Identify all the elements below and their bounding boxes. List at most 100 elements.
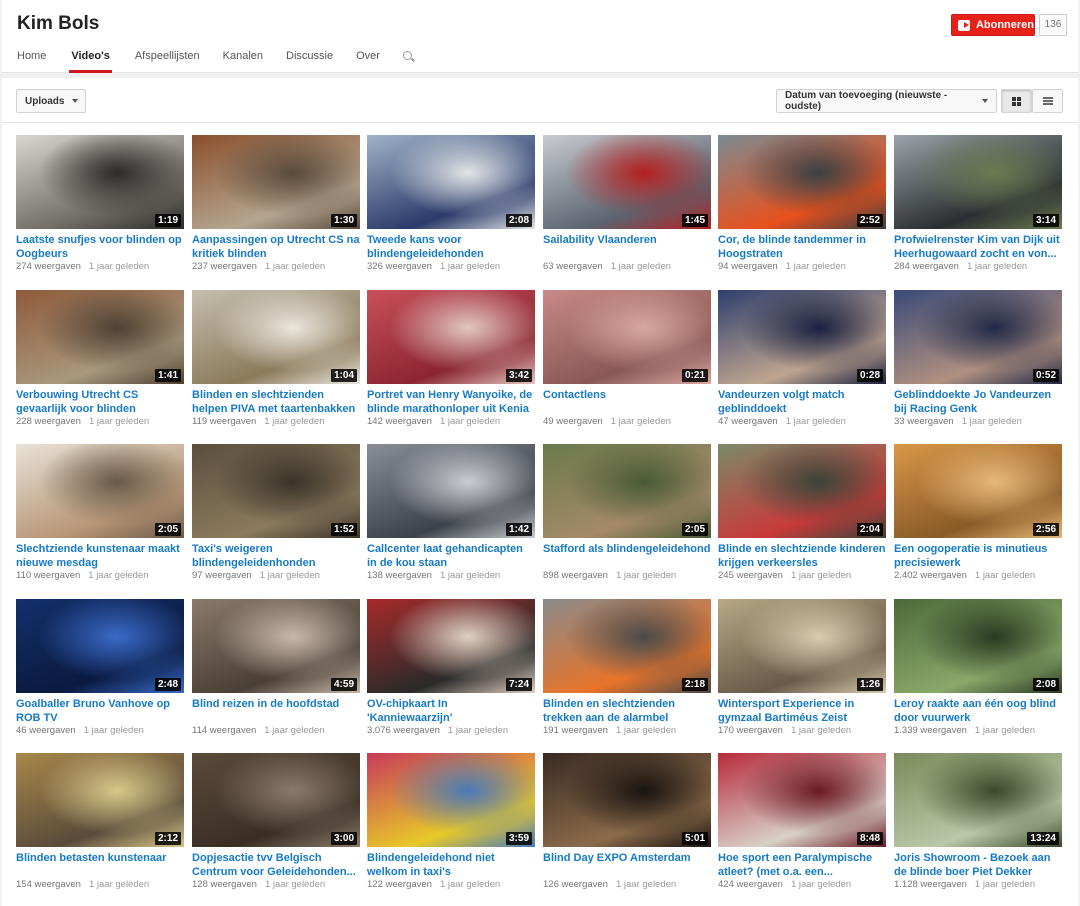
video-item[interactable]: 1:41 Verbouwing Utrecht CS gevaarlijk voo… bbox=[16, 290, 184, 440]
video-item[interactable]: 2:18 Blinden en slechtzienden trekken aan… bbox=[543, 599, 711, 749]
video-thumbnail[interactable]: 2:05 bbox=[543, 444, 711, 538]
video-title-link[interactable]: Leroy raakte aan één oog blind door vuur… bbox=[894, 697, 1062, 725]
video-thumbnail[interactable]: 0:21 bbox=[543, 290, 711, 384]
video-thumbnail[interactable]: 3:00 bbox=[192, 753, 360, 847]
video-item[interactable]: 2:04 Blinde en slechtziende kinderen krij… bbox=[718, 444, 886, 594]
video-thumbnail[interactable]: 2:05 bbox=[16, 444, 184, 538]
video-title-link[interactable]: Geblinddoekte Jo Vandeurzen bij Racing G… bbox=[894, 388, 1062, 416]
video-thumbnail[interactable]: 2:04 bbox=[718, 444, 886, 538]
video-thumbnail[interactable]: 1:04 bbox=[192, 290, 360, 384]
channel-title[interactable]: Kim Bols bbox=[17, 13, 99, 35]
video-item[interactable]: 1:42 Callcenter laat gehandicapten in de … bbox=[367, 444, 535, 594]
video-title-link[interactable]: Stafford als blindengeleidehond bbox=[543, 542, 711, 556]
video-item[interactable]: 2:12 Blinden betasten kunstenaar 154 weerg… bbox=[16, 753, 184, 903]
video-item[interactable]: 13:24 Joris Showroom - Bezoek aan de blin… bbox=[894, 753, 1062, 903]
video-title-link[interactable]: Dopjesactie tvv Belgisch Centrum voor Ge… bbox=[192, 851, 360, 879]
video-title-link[interactable]: Portret van Henry Wanyoike, de blinde ma… bbox=[367, 388, 535, 416]
video-title-link[interactable]: Blinde en slechtziende kinderen krijgen … bbox=[718, 542, 886, 570]
video-thumbnail[interactable]: 2:52 bbox=[718, 135, 886, 229]
video-item[interactable]: 3:14 Profwielrenster Kim van Dijk uit Hee… bbox=[894, 135, 1062, 285]
video-title-link[interactable]: Blindengeleidehond niet welkom in taxi's bbox=[367, 851, 535, 879]
video-thumbnail[interactable]: 5:01 bbox=[543, 753, 711, 847]
video-title-link[interactable]: Laatste snufjes voor blinden op Oogbeurs bbox=[16, 233, 184, 261]
tab-home[interactable]: Home bbox=[17, 44, 46, 73]
video-item[interactable]: 0:52 Geblinddoekte Jo Vandeurzen bij Raci… bbox=[894, 290, 1062, 440]
video-title-link[interactable]: Aanpassingen op Utrecht CS na kritiek bl… bbox=[192, 233, 360, 261]
video-title-link[interactable]: Verbouwing Utrecht CS gevaarlijk voor bl… bbox=[16, 388, 184, 416]
video-title-link[interactable]: Blind reizen in de hoofdstad bbox=[192, 697, 360, 711]
video-title-link[interactable]: Blinden betasten kunstenaar bbox=[16, 851, 184, 865]
video-item[interactable]: 0:21 Contactlens 49 weergaven 1 jaar gelede… bbox=[543, 290, 711, 440]
video-item[interactable]: 2:08 Leroy raakte aan één oog blind door … bbox=[894, 599, 1062, 749]
video-thumbnail[interactable]: 2:12 bbox=[16, 753, 184, 847]
video-item[interactable]: 3:00 Dopjesactie tvv Belgisch Centrum voo… bbox=[192, 753, 360, 903]
video-title-link[interactable]: Tweede kans voor blindengeleidehonden bbox=[367, 233, 535, 261]
video-thumbnail[interactable]: 13:24 bbox=[894, 753, 1062, 847]
video-title-link[interactable]: Callcenter laat gehandicapten in de kou … bbox=[367, 542, 535, 570]
video-thumbnail[interactable]: 3:42 bbox=[367, 290, 535, 384]
video-title-link[interactable]: Sailability Vlaanderen bbox=[543, 233, 711, 247]
video-item[interactable]: 2:52 Cor, de blinde tandemmer in Hoogstra… bbox=[718, 135, 886, 285]
sort-dropdown[interactable]: Datum van toevoeging (nieuwste - oudste) bbox=[776, 89, 997, 113]
video-item[interactable]: 7:24 OV-chipkaart In 'Kanniewaarzijn' 3.07… bbox=[367, 599, 535, 749]
video-thumbnail[interactable]: 1:26 bbox=[718, 599, 886, 693]
video-title-link[interactable]: Hoe sport een Paralympische atleet? (met… bbox=[718, 851, 886, 879]
video-title-link[interactable]: Een oogoperatie is minutieus precisiewer… bbox=[894, 542, 1062, 570]
video-item[interactable]: 8:48 Hoe sport een Paralympische atleet? … bbox=[718, 753, 886, 903]
video-item[interactable]: 1:30 Aanpassingen op Utrecht CS na kritie… bbox=[192, 135, 360, 285]
tab-discussion[interactable]: Discussie bbox=[286, 44, 333, 73]
video-thumbnail[interactable]: 7:24 bbox=[367, 599, 535, 693]
video-thumbnail[interactable]: 1:30 bbox=[192, 135, 360, 229]
video-thumbnail[interactable]: 0:28 bbox=[718, 290, 886, 384]
video-item[interactable]: 2:05 Stafford als blindengeleidehond 898 w… bbox=[543, 444, 711, 594]
video-item[interactable]: 3:42 Portret van Henry Wanyoike, de blind… bbox=[367, 290, 535, 440]
video-item[interactable]: 1:52 Taxi's weigeren blindengeleidenhonde… bbox=[192, 444, 360, 594]
video-thumbnail[interactable]: 2:18 bbox=[543, 599, 711, 693]
video-item[interactable]: 2:05 Slechtziende kunstenaar maakt nieuwe… bbox=[16, 444, 184, 594]
video-thumbnail[interactable]: 8:48 bbox=[718, 753, 886, 847]
video-thumbnail[interactable]: 2:08 bbox=[367, 135, 535, 229]
video-thumbnail[interactable]: 2:08 bbox=[894, 599, 1062, 693]
tab-videos[interactable]: Video's bbox=[69, 44, 112, 73]
video-item[interactable]: 1:45 Sailability Vlaanderen 63 weergaven 1 … bbox=[543, 135, 711, 285]
video-title-link[interactable]: Blind Day EXPO Amsterdam bbox=[543, 851, 711, 865]
video-thumbnail[interactable]: 1:42 bbox=[367, 444, 535, 538]
list-view-button[interactable] bbox=[1032, 89, 1063, 113]
video-title-link[interactable]: Wintersport Experience in gymzaal Bartim… bbox=[718, 697, 886, 725]
video-item[interactable]: 2:08 Tweede kans voor blindengeleidehonde… bbox=[367, 135, 535, 285]
video-item[interactable]: 1:26 Wintersport Experience in gymzaal Ba… bbox=[718, 599, 886, 749]
video-thumbnail[interactable]: 4:59 bbox=[192, 599, 360, 693]
uploads-dropdown[interactable]: Uploads bbox=[16, 89, 86, 113]
video-thumbnail[interactable]: 1:52 bbox=[192, 444, 360, 538]
video-title-link[interactable]: Blinden en slechtzienden helpen PIVA met… bbox=[192, 388, 360, 416]
video-title-link[interactable]: Goalballer Bruno Vanhove op ROB TV bbox=[16, 697, 184, 725]
video-thumbnail[interactable]: 2:48 bbox=[16, 599, 184, 693]
video-title-link[interactable]: Cor, de blinde tandemmer in Hoogstraten bbox=[718, 233, 886, 261]
video-title-link[interactable]: Contactlens bbox=[543, 388, 711, 402]
video-item[interactable]: 2:56 Een oogoperatie is minutieus precisi… bbox=[894, 444, 1062, 594]
video-item[interactable]: 1:19 Laatste snufjes voor blinden op Oogb… bbox=[16, 135, 184, 285]
video-thumbnail[interactable]: 3:14 bbox=[894, 135, 1062, 229]
video-item[interactable]: 0:28 Vandeurzen volgt match geblinddoekt 4… bbox=[718, 290, 886, 440]
video-title-link[interactable]: Slechtziende kunstenaar maakt nieuwe mes… bbox=[16, 542, 184, 570]
video-title-link[interactable]: Taxi's weigeren blindengeleidenhonden bbox=[192, 542, 360, 570]
tab-about[interactable]: Over bbox=[356, 44, 380, 73]
video-title-link[interactable]: Vandeurzen volgt match geblinddoekt bbox=[718, 388, 886, 416]
subscribe-button[interactable]: Abonneren bbox=[951, 14, 1035, 36]
video-item[interactable]: 2:48 Goalballer Bruno Vanhove op ROB TV 46… bbox=[16, 599, 184, 749]
video-thumbnail[interactable]: 1:41 bbox=[16, 290, 184, 384]
video-item[interactable]: 4:59 Blind reizen in de hoofdstad 114 weer… bbox=[192, 599, 360, 749]
search-icon[interactable] bbox=[402, 51, 415, 63]
video-thumbnail[interactable]: 2:56 bbox=[894, 444, 1062, 538]
video-title-link[interactable]: OV-chipkaart In 'Kanniewaarzijn' bbox=[367, 697, 535, 725]
tab-playlists[interactable]: Afspeellijsten bbox=[135, 44, 200, 73]
video-thumbnail[interactable]: 1:45 bbox=[543, 135, 711, 229]
video-thumbnail[interactable]: 0:52 bbox=[894, 290, 1062, 384]
video-item[interactable]: 1:04 Blinden en slechtzienden helpen PIVA… bbox=[192, 290, 360, 440]
tab-channels[interactable]: Kanalen bbox=[223, 44, 263, 73]
grid-view-button[interactable] bbox=[1001, 89, 1032, 113]
video-item[interactable]: 5:01 Blind Day EXPO Amsterdam 126 weergave… bbox=[543, 753, 711, 903]
video-title-link[interactable]: Blinden en slechtzienden trekken aan de … bbox=[543, 697, 711, 725]
video-title-link[interactable]: Profwielrenster Kim van Dijk uit Heerhug… bbox=[894, 233, 1062, 261]
video-thumbnail[interactable]: 3:59 bbox=[367, 753, 535, 847]
